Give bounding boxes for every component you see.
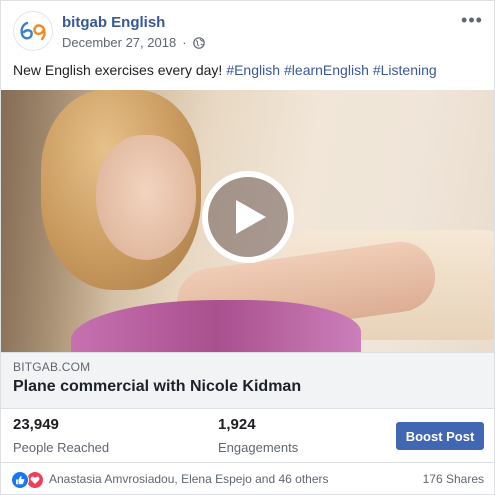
post-insights: 23,949 People Reached 1,924 Engagements …: [1, 409, 494, 463]
hashtag-english[interactable]: #English: [226, 62, 280, 78]
post-message: New English exercises every day! #English…: [13, 60, 484, 80]
post-footer: Anastasia Amvrosiadou, Elena Espejo and …: [1, 463, 494, 494]
like-icon: [11, 471, 29, 489]
people-reached-stat[interactable]: 23,949 People Reached: [13, 416, 109, 456]
reactors-text[interactable]: Anastasia Amvrosiadou, Elena Espejo and …: [49, 472, 329, 486]
engagements-value: 1,924: [218, 416, 256, 433]
people-reached-value: 23,949: [13, 416, 59, 433]
play-icon: [236, 200, 266, 234]
post-header: bitgab English December 27, 2018 · •••: [1, 1, 494, 57]
thumbnail-face: [96, 135, 196, 260]
page-avatar[interactable]: [13, 11, 53, 51]
engagements-label: Engagements: [218, 440, 299, 455]
post-text: New English exercises every day!: [13, 62, 223, 78]
play-button[interactable]: [202, 171, 294, 263]
shares-count[interactable]: 176 Shares: [423, 472, 484, 486]
more-icon: •••: [461, 9, 483, 30]
people-reached-label: People Reached: [13, 440, 110, 455]
meta-separator: ·: [182, 35, 187, 50]
post-meta: December 27, 2018 ·: [62, 35, 205, 50]
link-domain: BITGAB.COM: [13, 360, 91, 374]
post-card: bitgab English December 27, 2018 · ••• N…: [0, 0, 495, 495]
more-options-button[interactable]: •••: [460, 9, 484, 30]
boost-post-button[interactable]: Boost Post: [396, 422, 484, 450]
link-title[interactable]: Plane commercial with Nicole Kidman: [13, 378, 301, 396]
post-date[interactable]: December 27, 2018: [62, 35, 176, 50]
globe-icon[interactable]: [192, 36, 205, 49]
page-name-link[interactable]: bitgab English: [62, 14, 165, 31]
video-thumbnail[interactable]: [1, 90, 494, 352]
bitgab-logo-icon: [20, 21, 46, 41]
hashtag-listening[interactable]: #Listening: [373, 62, 437, 78]
engagements-stat[interactable]: 1,924 Engagements: [218, 416, 298, 456]
thumbnail-dress: [71, 300, 361, 352]
reactions-summary[interactable]: [11, 471, 44, 489]
hashtag-learnenglish[interactable]: #learnEnglish: [284, 62, 369, 78]
link-preview[interactable]: BITGAB.COM Plane commercial with Nicole …: [1, 352, 494, 409]
